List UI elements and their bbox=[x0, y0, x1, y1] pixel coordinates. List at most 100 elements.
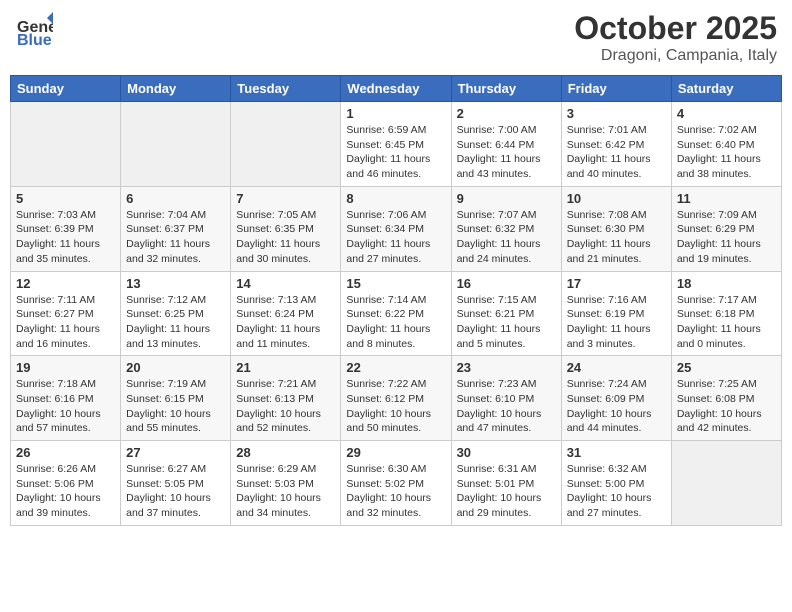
calendar-cell: 10 Sunrise: 7:08 AM Sunset: 6:30 PM Dayli… bbox=[561, 186, 671, 271]
calendar-table: SundayMondayTuesdayWednesdayThursdayFrid… bbox=[10, 75, 782, 526]
day-number: 14 bbox=[236, 276, 335, 291]
calendar-cell: 25 Sunrise: 7:25 AM Sunset: 6:08 PM Dayli… bbox=[671, 356, 781, 441]
day-info: Sunrise: 7:14 AM Sunset: 6:22 PM Dayligh… bbox=[346, 293, 445, 352]
calendar-cell: 19Sunrise: 7:18 AM Sunset: 6:16 PM Dayli… bbox=[11, 356, 121, 441]
day-info: Sunrise: 7:24 AM Sunset: 6:09 PM Dayligh… bbox=[567, 377, 666, 436]
day-info: Sunrise: 7:19 AM Sunset: 6:15 PM Dayligh… bbox=[126, 377, 225, 436]
day-number: 27 bbox=[126, 445, 225, 460]
calendar-cell: 1 Sunrise: 6:59 AM Sunset: 6:45 PM Daylig… bbox=[341, 102, 451, 187]
calendar-week-row: 1 Sunrise: 6:59 AM Sunset: 6:45 PM Daylig… bbox=[11, 102, 782, 187]
weekday-header-row: SundayMondayTuesdayWednesdayThursdayFrid… bbox=[11, 76, 782, 102]
logo: General Blue bbox=[15, 10, 53, 48]
day-info: Sunrise: 7:08 AM Sunset: 6:30 PM Dayligh… bbox=[567, 208, 666, 267]
day-info: Sunrise: 7:11 AM Sunset: 6:27 PM Dayligh… bbox=[16, 293, 115, 352]
svg-text:Blue: Blue bbox=[17, 32, 52, 48]
calendar-cell: 5 Sunrise: 7:03 AM Sunset: 6:39 PM Daylig… bbox=[11, 186, 121, 271]
calendar-week-row: 19Sunrise: 7:18 AM Sunset: 6:16 PM Dayli… bbox=[11, 356, 782, 441]
weekday-header-cell: Saturday bbox=[671, 76, 781, 102]
day-number: 29 bbox=[346, 445, 445, 460]
calendar-cell: 20 Sunrise: 7:19 AM Sunset: 6:15 PM Dayli… bbox=[121, 356, 231, 441]
day-info: Sunrise: 6:29 AM Sunset: 5:03 PM Dayligh… bbox=[236, 462, 335, 521]
calendar-cell bbox=[11, 102, 121, 187]
day-info: Sunrise: 7:23 AM Sunset: 6:10 PM Dayligh… bbox=[457, 377, 556, 436]
calendar-cell: 12 Sunrise: 7:11 AM Sunset: 6:27 PM Dayli… bbox=[11, 271, 121, 356]
calendar-cell bbox=[121, 102, 231, 187]
calendar-cell bbox=[231, 102, 341, 187]
day-number: 21 bbox=[236, 360, 335, 375]
day-info: Sunrise: 7:18 AM Sunset: 6:16 PM Dayligh… bbox=[16, 377, 115, 436]
calendar-cell: 9Sunrise: 7:07 AM Sunset: 6:32 PM Daylig… bbox=[451, 186, 561, 271]
calendar-cell: 8Sunrise: 7:06 AM Sunset: 6:34 PM Daylig… bbox=[341, 186, 451, 271]
day-info: Sunrise: 7:25 AM Sunset: 6:08 PM Dayligh… bbox=[677, 377, 776, 436]
day-info: Sunrise: 7:01 AM Sunset: 6:42 PM Dayligh… bbox=[567, 123, 666, 182]
calendar-cell: 17 Sunrise: 7:16 AM Sunset: 6:19 PM Dayli… bbox=[561, 271, 671, 356]
day-number: 5 bbox=[16, 191, 115, 206]
calendar-cell: 14 Sunrise: 7:13 AM Sunset: 6:24 PM Dayli… bbox=[231, 271, 341, 356]
day-number: 15 bbox=[346, 276, 445, 291]
day-number: 25 bbox=[677, 360, 776, 375]
weekday-header-cell: Tuesday bbox=[231, 76, 341, 102]
day-number: 1 bbox=[346, 106, 445, 121]
calendar-cell: 2Sunrise: 7:00 AM Sunset: 6:44 PM Daylig… bbox=[451, 102, 561, 187]
day-info: Sunrise: 6:30 AM Sunset: 5:02 PM Dayligh… bbox=[346, 462, 445, 521]
day-number: 9 bbox=[457, 191, 556, 206]
day-number: 30 bbox=[457, 445, 556, 460]
day-info: Sunrise: 7:12 AM Sunset: 6:25 PM Dayligh… bbox=[126, 293, 225, 352]
calendar-week-row: 5 Sunrise: 7:03 AM Sunset: 6:39 PM Daylig… bbox=[11, 186, 782, 271]
month-title: October 2025 bbox=[574, 10, 777, 47]
calendar-cell: 21 Sunrise: 7:21 AM Sunset: 6:13 PM Dayli… bbox=[231, 356, 341, 441]
day-info: Sunrise: 7:15 AM Sunset: 6:21 PM Dayligh… bbox=[457, 293, 556, 352]
day-number: 28 bbox=[236, 445, 335, 460]
day-number: 23 bbox=[457, 360, 556, 375]
day-number: 17 bbox=[567, 276, 666, 291]
day-number: 10 bbox=[567, 191, 666, 206]
calendar-cell: 13Sunrise: 7:12 AM Sunset: 6:25 PM Dayli… bbox=[121, 271, 231, 356]
day-info: Sunrise: 7:16 AM Sunset: 6:19 PM Dayligh… bbox=[567, 293, 666, 352]
day-info: Sunrise: 7:05 AM Sunset: 6:35 PM Dayligh… bbox=[236, 208, 335, 267]
day-info: Sunrise: 7:02 AM Sunset: 6:40 PM Dayligh… bbox=[677, 123, 776, 182]
day-info: Sunrise: 6:26 AM Sunset: 5:06 PM Dayligh… bbox=[16, 462, 115, 521]
calendar-cell: 30Sunrise: 6:31 AM Sunset: 5:01 PM Dayli… bbox=[451, 441, 561, 526]
day-number: 8 bbox=[346, 191, 445, 206]
calendar-cell: 28 Sunrise: 6:29 AM Sunset: 5:03 PM Dayli… bbox=[231, 441, 341, 526]
weekday-header-cell: Sunday bbox=[11, 76, 121, 102]
calendar-cell: 29 Sunrise: 6:30 AM Sunset: 5:02 PM Dayli… bbox=[341, 441, 451, 526]
day-number: 22 bbox=[346, 360, 445, 375]
day-number: 26 bbox=[16, 445, 115, 460]
location-title: Dragoni, Campania, Italy bbox=[574, 47, 777, 65]
day-info: Sunrise: 7:22 AM Sunset: 6:12 PM Dayligh… bbox=[346, 377, 445, 436]
calendar-cell: 16Sunrise: 7:15 AM Sunset: 6:21 PM Dayli… bbox=[451, 271, 561, 356]
calendar-cell: 7 Sunrise: 7:05 AM Sunset: 6:35 PM Daylig… bbox=[231, 186, 341, 271]
weekday-header-cell: Friday bbox=[561, 76, 671, 102]
page-header: General Blue October 2025 Dragoni, Campa… bbox=[10, 10, 782, 65]
calendar-cell: 18Sunrise: 7:17 AM Sunset: 6:18 PM Dayli… bbox=[671, 271, 781, 356]
day-info: Sunrise: 6:27 AM Sunset: 5:05 PM Dayligh… bbox=[126, 462, 225, 521]
calendar-week-row: 26 Sunrise: 6:26 AM Sunset: 5:06 PM Dayli… bbox=[11, 441, 782, 526]
day-info: Sunrise: 7:09 AM Sunset: 6:29 PM Dayligh… bbox=[677, 208, 776, 267]
day-number: 2 bbox=[457, 106, 556, 121]
calendar-cell: 6Sunrise: 7:04 AM Sunset: 6:37 PM Daylig… bbox=[121, 186, 231, 271]
day-number: 20 bbox=[126, 360, 225, 375]
day-number: 31 bbox=[567, 445, 666, 460]
day-number: 4 bbox=[677, 106, 776, 121]
day-number: 11 bbox=[677, 191, 776, 206]
day-number: 3 bbox=[567, 106, 666, 121]
calendar-cell bbox=[671, 441, 781, 526]
calendar-cell: 4 Sunrise: 7:02 AM Sunset: 6:40 PM Daylig… bbox=[671, 102, 781, 187]
day-number: 6 bbox=[126, 191, 225, 206]
calendar-cell: 11 Sunrise: 7:09 AM Sunset: 6:29 PM Dayli… bbox=[671, 186, 781, 271]
calendar-cell: 15 Sunrise: 7:14 AM Sunset: 6:22 PM Dayli… bbox=[341, 271, 451, 356]
day-info: Sunrise: 7:13 AM Sunset: 6:24 PM Dayligh… bbox=[236, 293, 335, 352]
calendar-cell: 26 Sunrise: 6:26 AM Sunset: 5:06 PM Dayli… bbox=[11, 441, 121, 526]
day-info: Sunrise: 6:59 AM Sunset: 6:45 PM Dayligh… bbox=[346, 123, 445, 182]
day-number: 12 bbox=[16, 276, 115, 291]
calendar-cell: 23 Sunrise: 7:23 AM Sunset: 6:10 PM Dayli… bbox=[451, 356, 561, 441]
calendar-body: 1 Sunrise: 6:59 AM Sunset: 6:45 PM Daylig… bbox=[11, 102, 782, 526]
logo-icon: General Blue bbox=[15, 10, 53, 48]
day-info: Sunrise: 7:21 AM Sunset: 6:13 PM Dayligh… bbox=[236, 377, 335, 436]
day-number: 7 bbox=[236, 191, 335, 206]
calendar-cell: 24Sunrise: 7:24 AM Sunset: 6:09 PM Dayli… bbox=[561, 356, 671, 441]
day-info: Sunrise: 7:03 AM Sunset: 6:39 PM Dayligh… bbox=[16, 208, 115, 267]
calendar-cell: 27 Sunrise: 6:27 AM Sunset: 5:05 PM Dayli… bbox=[121, 441, 231, 526]
weekday-header-cell: Wednesday bbox=[341, 76, 451, 102]
